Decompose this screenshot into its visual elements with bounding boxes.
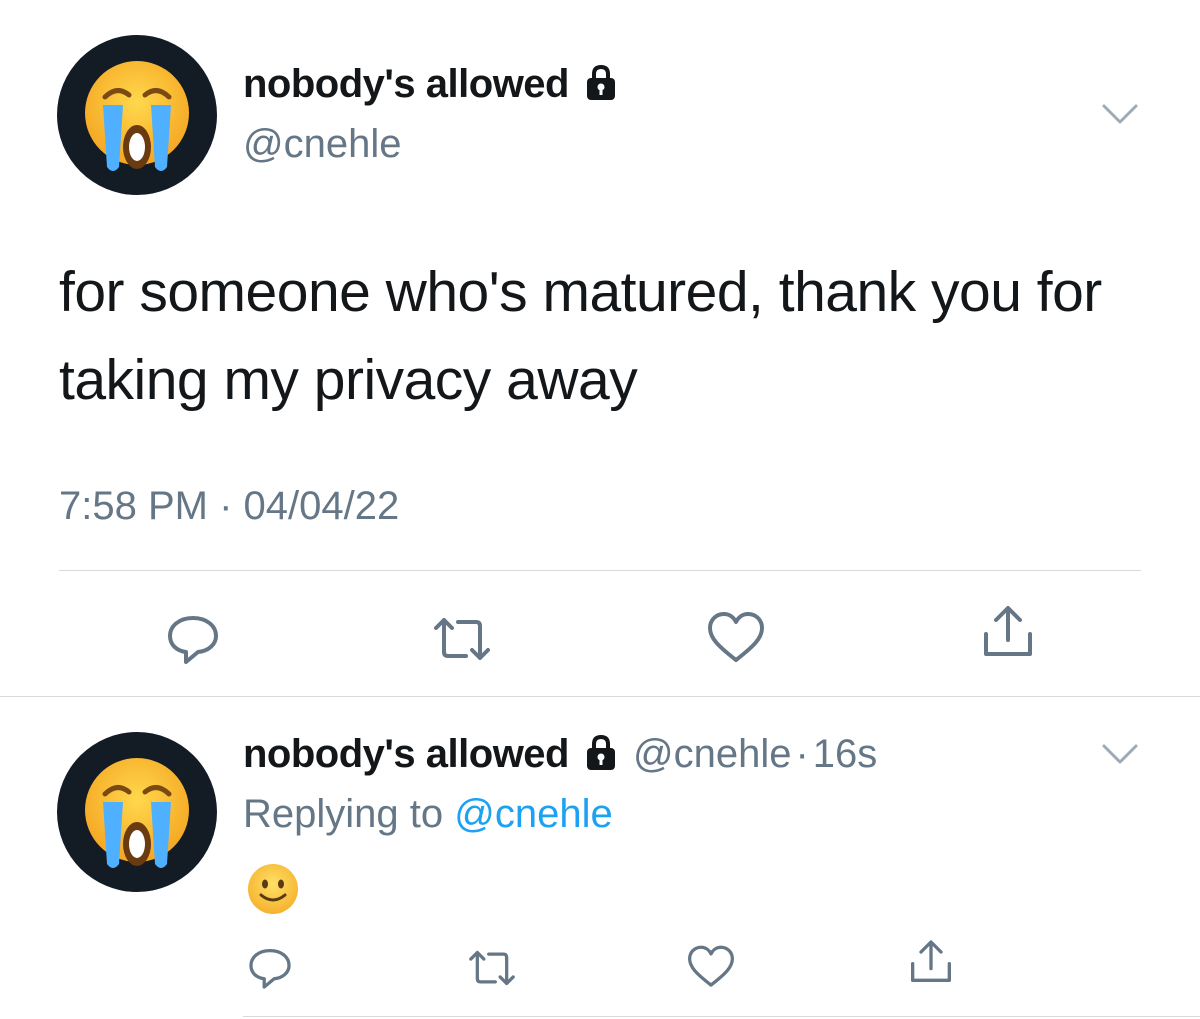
share-icon[interactable]: [978, 604, 1038, 665]
chevron-down-icon[interactable]: [1100, 100, 1140, 133]
reply-author-handle[interactable]: @cnehle: [633, 732, 791, 777]
divider: [243, 1016, 1200, 1017]
reply-author-name[interactable]: nobody's allowed: [243, 732, 569, 777]
author-avatar[interactable]: [57, 35, 217, 195]
loudly-crying-face-icon: [85, 758, 189, 868]
retweet-icon[interactable]: [428, 612, 496, 671]
like-icon[interactable]: [706, 610, 766, 671]
like-icon[interactable]: [686, 944, 736, 995]
reply-icon[interactable]: [246, 944, 294, 997]
share-icon[interactable]: [906, 938, 956, 991]
tweet-timestamp[interactable]: 7:58 PM · 04/04/22: [59, 484, 399, 529]
replying-to-link[interactable]: @cnehle: [454, 792, 612, 836]
divider: [59, 570, 1141, 571]
reply-icon[interactable]: [164, 610, 222, 673]
replying-to-line: Replying to @cnehle: [243, 792, 613, 837]
reply-header: nobody's allowed @cnehle · 16s: [243, 732, 877, 777]
separator-dot: ·: [795, 732, 809, 776]
chevron-down-icon[interactable]: [1100, 740, 1140, 773]
loudly-crying-face-icon: [85, 61, 189, 171]
retweet-icon[interactable]: [464, 946, 520, 995]
replying-to-prefix: Replying to: [243, 792, 444, 836]
divider: [0, 696, 1200, 697]
reply-author-avatar[interactable]: [57, 732, 217, 892]
slightly-smiling-face-icon: [246, 862, 300, 921]
tweet-text: for someone who's matured, thank you for…: [59, 260, 1102, 412]
reply-age[interactable]: 16s: [813, 732, 878, 777]
author-name-row[interactable]: nobody's allowed: [243, 62, 621, 107]
lock-icon: [581, 62, 621, 107]
author-handle[interactable]: @cnehle: [243, 122, 401, 167]
lock-icon: [581, 732, 621, 777]
author-name[interactable]: nobody's allowed: [243, 62, 569, 107]
